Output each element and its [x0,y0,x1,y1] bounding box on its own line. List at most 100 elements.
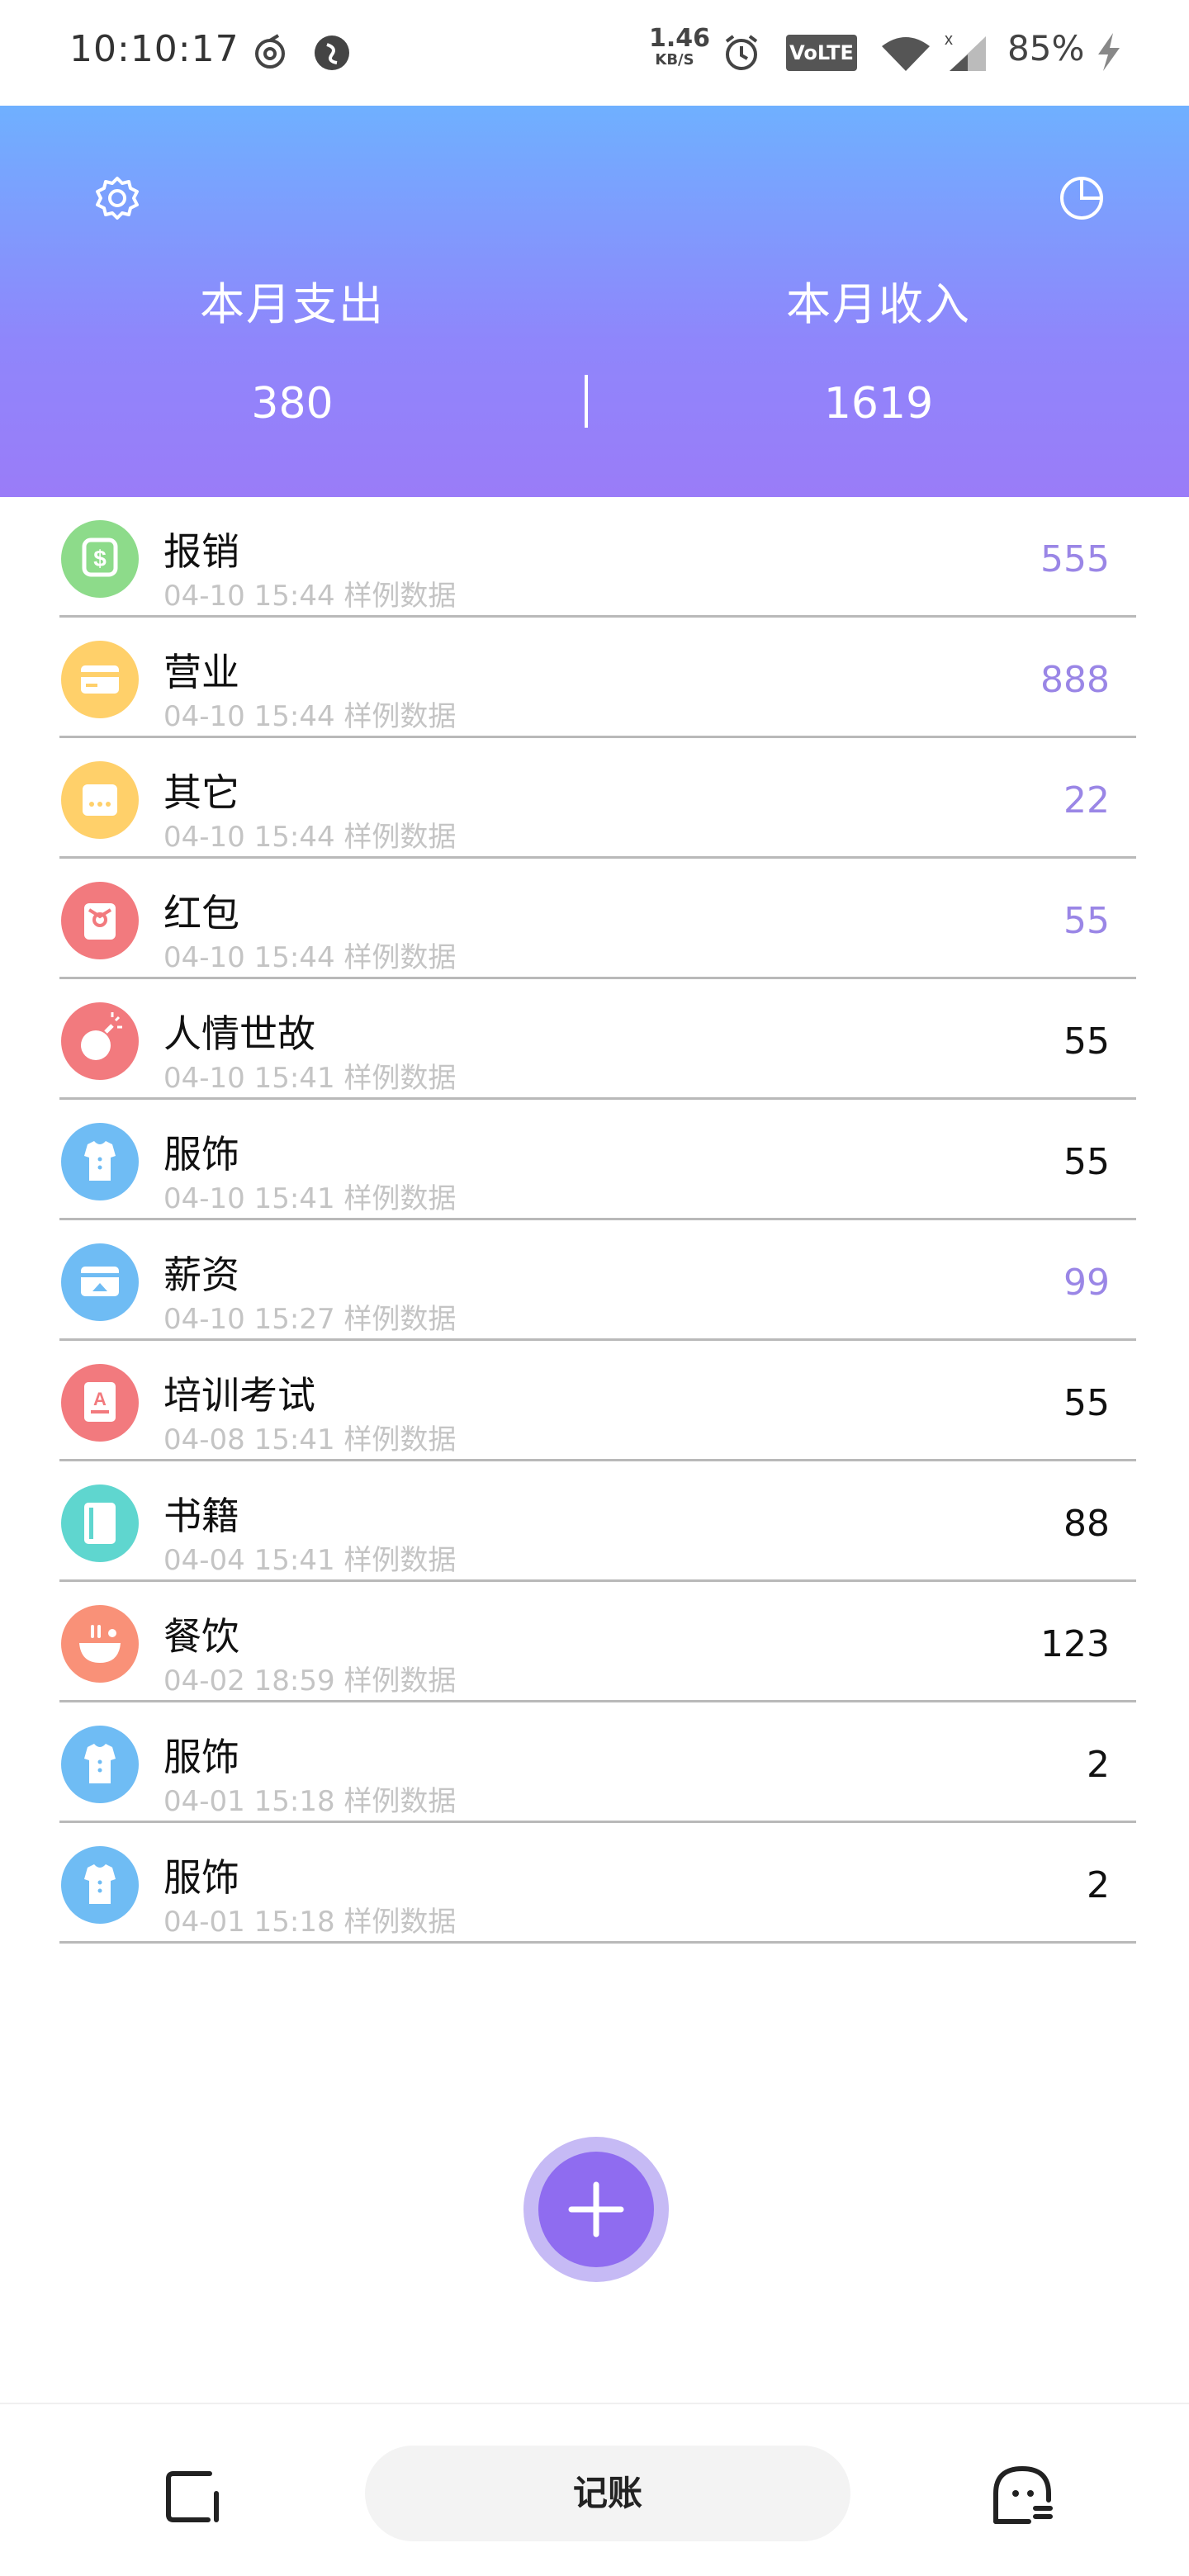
record-category: 餐饮 [163,1614,239,1659]
pie-chart-icon[interactable] [1055,172,1108,225]
record-row[interactable]: 营业 04-10 15:44 样例数据 888 [59,618,1136,738]
svg-text:A: A [93,1389,107,1409]
other-icon [61,761,139,839]
food-icon [61,1605,139,1683]
expense-summary: 本月支出 380 [61,268,523,429]
record-time: 04-01 15:18 [163,1906,335,1939]
record-meta: 04-10 15:44 样例数据 [163,573,456,613]
exam-icon: A [61,1364,139,1442]
record-amount: 2 [1087,1864,1110,1906]
record-note: 样例数据 [343,1906,457,1939]
record-note: 样例数据 [343,1182,457,1215]
record-amount: 22 [1063,779,1110,822]
reimburse-icon: $ [61,520,139,598]
record-amount: 2 [1087,1744,1110,1786]
battery-percent: 85% [1007,28,1085,69]
record-row[interactable]: 红包 04-10 15:44 样例数据 55 [59,859,1136,979]
record-time: 04-10 15:41 [163,1182,335,1215]
record-meta: 04-01 15:18 样例数据 [163,1899,456,1939]
shirt-icon [61,1846,139,1924]
record-meta: 04-10 15:27 样例数据 [163,1296,456,1337]
record-amount: 55 [1063,900,1110,942]
record-amount: 55 [1063,1020,1110,1063]
record-category: 其它 [163,770,239,815]
record-amount: 123 [1040,1623,1110,1665]
bomb-icon [61,1002,139,1080]
book-icon [61,1485,139,1562]
record-note: 样例数据 [343,580,457,613]
record-amount: 888 [1040,659,1110,701]
income-value: 1619 [823,379,934,429]
record-row[interactable]: 书籍 04-04 15:41 样例数据 88 [59,1461,1136,1582]
record-list: $ 报销 04-10 15:44 样例数据 555 营业 04-10 15:44 样例数据… [59,497,1136,1944]
volte-badge: VoLTE [786,35,857,71]
record-time: 04-01 15:18 [163,1785,335,1818]
income-summary: 本月收入 1619 [647,268,1110,429]
record-row[interactable]: 服饰 04-01 15:18 样例数据 2 [59,1702,1136,1823]
record-row[interactable]: A 培训考试 04-08 15:41 样例数据 55 [59,1341,1136,1461]
record-note: 样例数据 [343,821,457,854]
record-category: 薪资 [163,1252,239,1297]
profile-face-icon[interactable] [988,2460,1057,2530]
expense-label: 本月支出 [200,278,385,330]
record-row[interactable]: 人情世故 04-10 15:41 样例数据 55 [59,979,1136,1100]
record-note: 样例数据 [343,1303,457,1336]
record-row[interactable]: $ 报销 04-10 15:44 样例数据 555 [59,497,1136,618]
add-record-button[interactable] [538,2152,654,2267]
record-amount: 55 [1063,1382,1110,1424]
bottom-nav: 记账 [0,2403,1189,2576]
gear-icon[interactable] [91,172,144,225]
record-note: 样例数据 [343,1062,457,1095]
monthly-summary-header: 本月支出 380 本月收入 1619 [0,106,1189,497]
shield-app-icon [312,33,352,76]
alarm-icon [722,33,761,76]
shirt-icon [61,1123,139,1200]
record-time: 04-10 15:44 [163,941,335,974]
record-meta: 04-04 15:41 样例数据 [163,1537,456,1578]
speed-value: 1.46 [649,24,711,53]
record-time: 04-10 15:44 [163,821,335,854]
record-row[interactable]: 服饰 04-10 15:41 样例数据 55 [59,1100,1136,1220]
record-category: 人情世故 [163,1011,315,1056]
record-category: 报销 [163,529,239,574]
record-category: 服饰 [163,1855,239,1900]
income-label: 本月收入 [786,278,971,330]
record-time: 04-02 18:59 [163,1664,335,1698]
record-category: 红包 [163,891,239,935]
record-time: 04-10 15:44 [163,580,335,613]
record-meta: 04-10 15:41 样例数据 [163,1176,456,1216]
plus-icon [568,2181,624,2237]
record-time: 04-08 15:41 [163,1423,335,1456]
record-time: 04-04 15:41 [163,1544,335,1577]
charging-icon [1095,31,1123,76]
record-meta: 04-02 18:59 样例数据 [163,1658,456,1698]
record-category: 培训考试 [163,1373,315,1418]
bill-list-icon[interactable] [162,2465,223,2526]
record-time: 04-10 15:41 [163,1062,335,1095]
record-note: 样例数据 [343,941,457,974]
record-meta: 04-10 15:44 样例数据 [163,694,456,734]
signal-icon: x [943,30,989,76]
record-amount: 99 [1063,1262,1110,1304]
loop-icon [251,33,289,74]
record-row[interactable]: 薪资 04-10 15:27 样例数据 99 [59,1220,1136,1341]
record-category: 书籍 [163,1494,239,1538]
record-note: 样例数据 [343,700,457,733]
status-time: 10:10:17 [69,28,239,70]
wifi-icon [880,35,931,76]
record-row[interactable]: 餐饮 04-02 18:59 样例数据 123 [59,1582,1136,1702]
status-bar: 10:10:17 1.46 KB/S VoLTE x 85% [0,0,1189,106]
record-note: 样例数据 [343,1544,457,1577]
svg-text:x: x [945,31,953,49]
record-meta: 04-10 15:41 样例数据 [163,1055,456,1096]
record-meta: 04-10 15:44 样例数据 [163,814,456,855]
salary-icon [61,1243,139,1321]
record-category: 营业 [163,650,239,694]
record-note: 样例数据 [343,1423,457,1456]
shirt-icon [61,1726,139,1803]
record-row[interactable]: 其它 04-10 15:44 样例数据 22 [59,738,1136,859]
summary-divider [585,375,588,428]
record-meta: 04-01 15:18 样例数据 [163,1778,456,1819]
bookkeeping-tab[interactable]: 记账 [365,2446,850,2541]
record-row[interactable]: 服饰 04-01 15:18 样例数据 2 [59,1823,1136,1944]
